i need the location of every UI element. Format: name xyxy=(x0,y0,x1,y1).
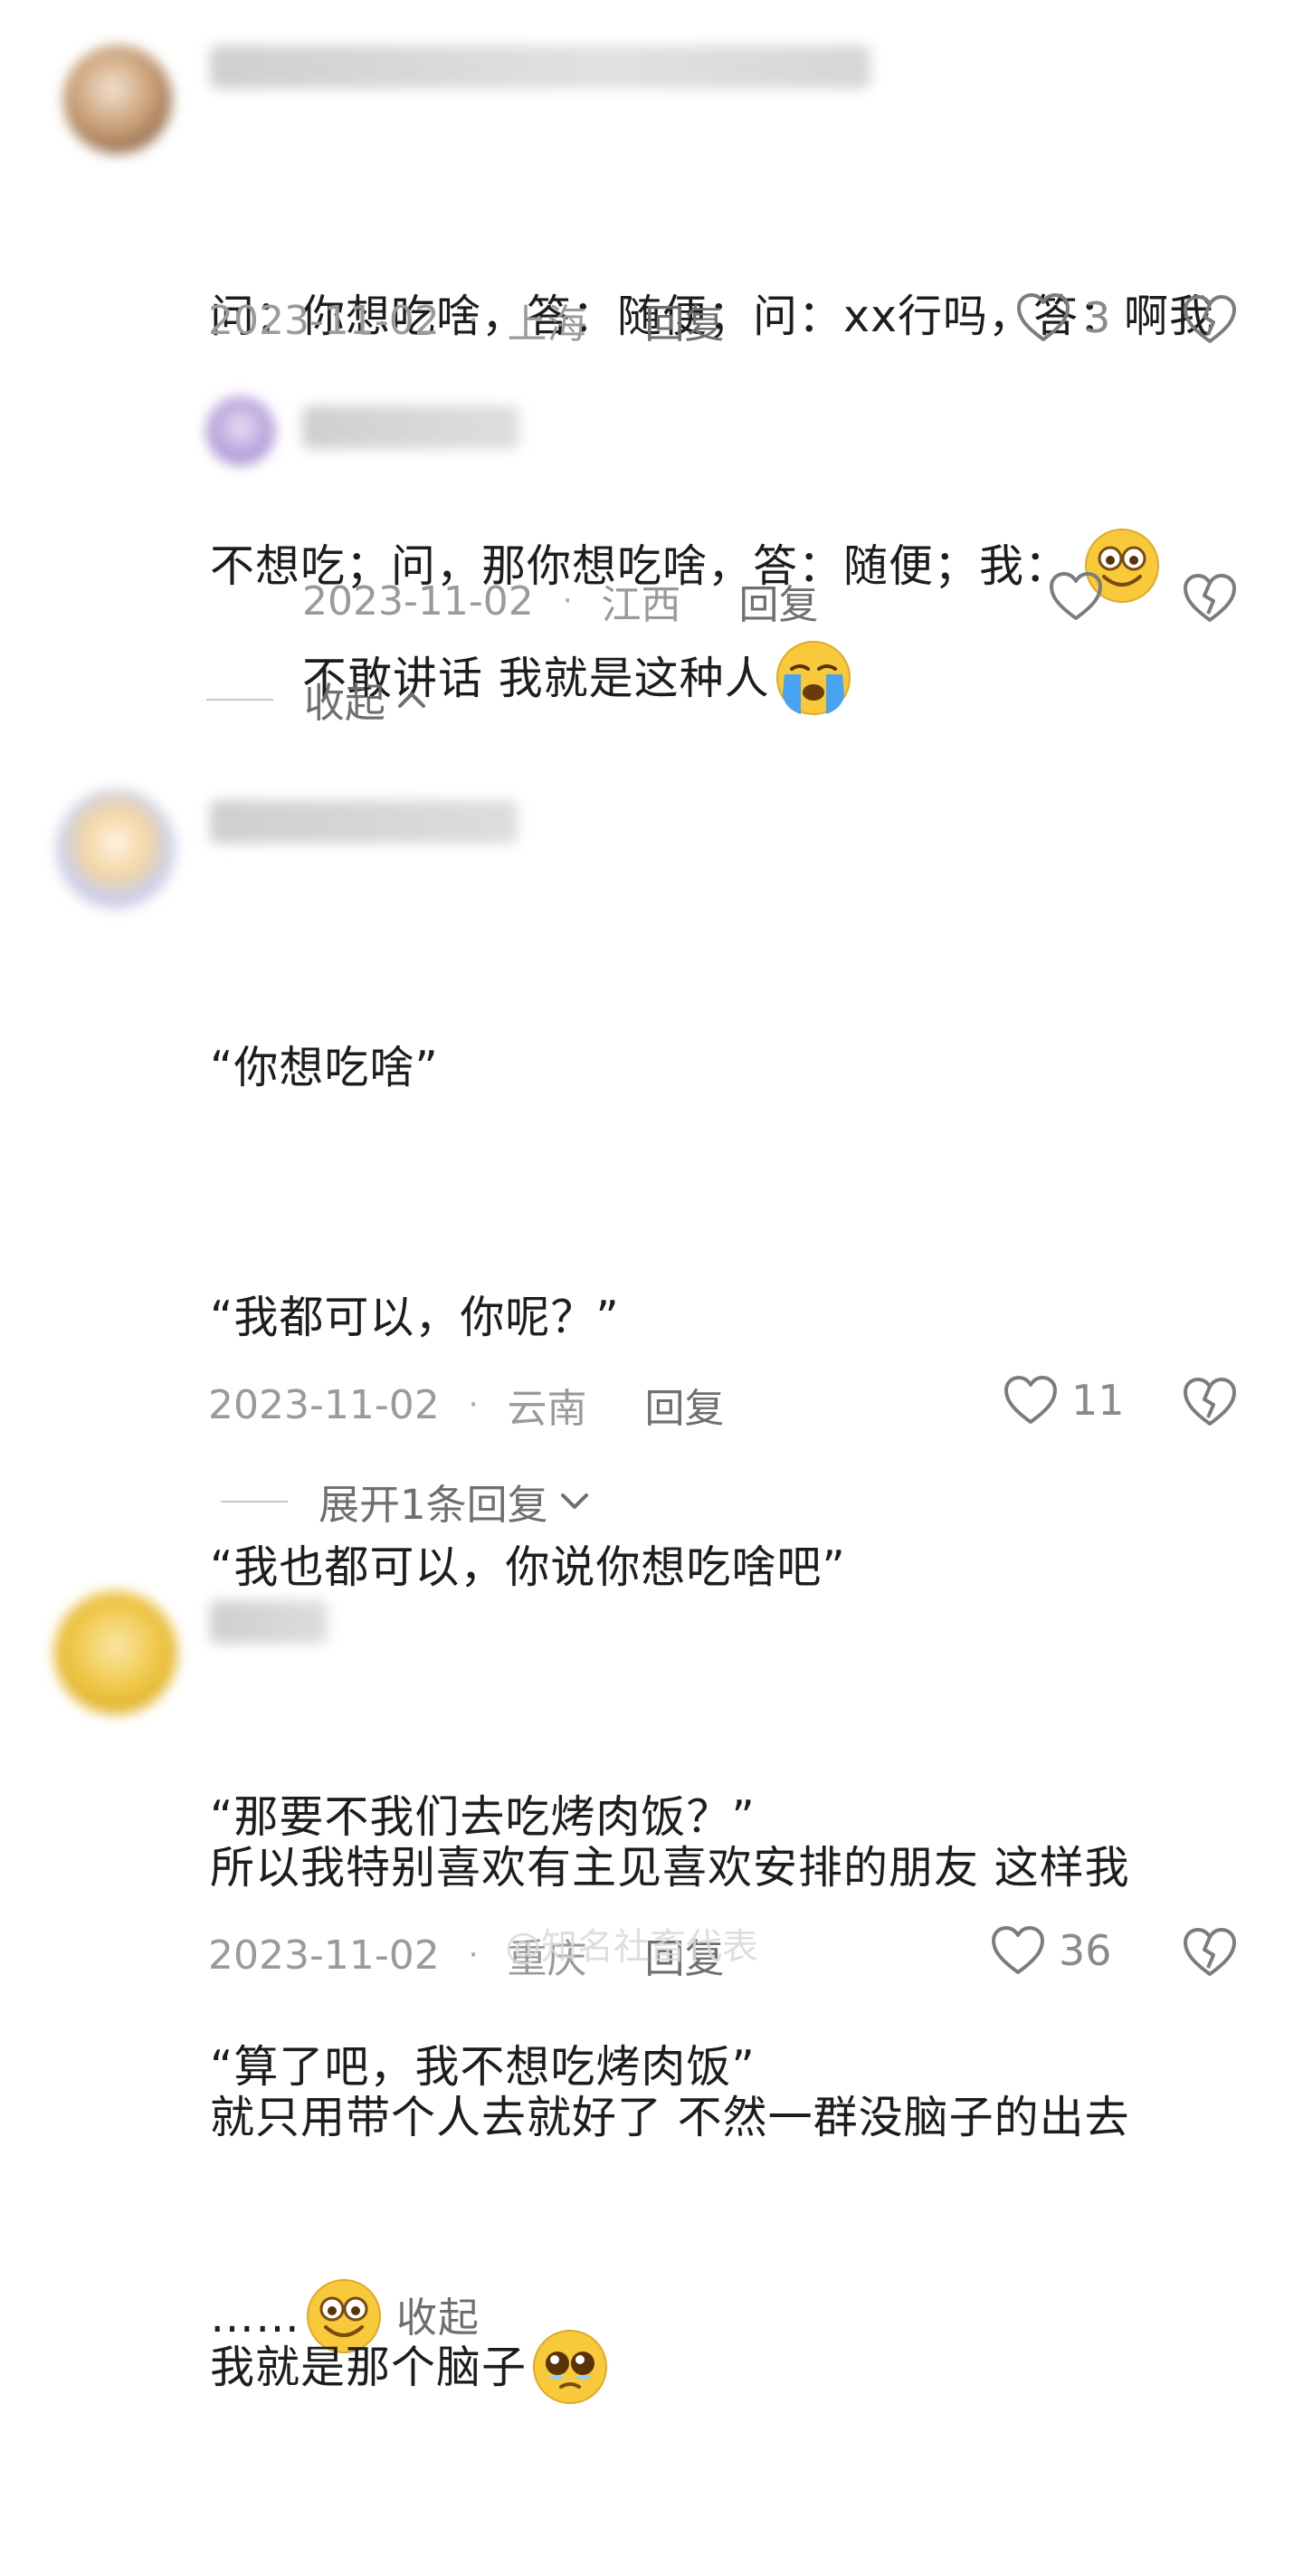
collapse-label: 收起 xyxy=(304,679,386,727)
username[interactable] xyxy=(302,405,519,449)
separator-dot: · xyxy=(468,1937,479,1973)
expand-replies-button[interactable]: 展开1条回复 xyxy=(221,1472,592,1531)
reply-button[interactable]: 回复 xyxy=(645,291,725,349)
username[interactable] xyxy=(210,1600,328,1644)
avatar[interactable] xyxy=(63,45,172,154)
heart-icon xyxy=(1004,1376,1057,1424)
comment-line: “我也都可以，你说你想吃啥吧” xyxy=(210,1541,846,1593)
broken-heart-icon xyxy=(1184,574,1236,622)
comment-date: 2023-11-02 xyxy=(208,1381,440,1428)
like-button[interactable]: 11 xyxy=(1003,1374,1125,1426)
comment-text: 所以我特别喜欢有主见喜欢安排的朋友 这样我 就只用带个人去就好了 不然一群没脑子… xyxy=(210,1660,1130,2576)
like-count: 3 xyxy=(1084,293,1111,342)
broken-heart-icon xyxy=(1184,295,1236,343)
comment-date: 2023-11-02 xyxy=(208,297,440,344)
comment-meta: 2023-11-02 · 上海 回复 xyxy=(208,291,725,349)
like-count: 11 xyxy=(1071,1376,1125,1425)
comment-location: 上海 xyxy=(507,301,587,348)
reply-button[interactable]: 回复 xyxy=(645,1376,725,1434)
comment-line: 就只用带个人去就好了 不然一群没脑子的出去 xyxy=(210,2092,1130,2143)
dislike-button[interactable] xyxy=(1182,572,1238,625)
watermark: @知名社畜代表 xyxy=(505,1926,758,1968)
divider-line xyxy=(221,1500,288,1503)
comment-date: 2023-11-02 xyxy=(302,577,534,625)
comment-meta: 2023-11-02 · 江西 回复 xyxy=(302,572,819,630)
separator-dot: · xyxy=(468,302,479,339)
like-button[interactable]: 36 xyxy=(990,1924,1112,1977)
comment-date: 2023-11-02 xyxy=(208,1932,440,1979)
comment-line: “你想吃啥” xyxy=(210,1042,439,1093)
dislike-button[interactable] xyxy=(1182,293,1238,346)
pleading-face-icon xyxy=(533,2329,608,2404)
divider-line xyxy=(206,698,273,701)
expand-label: 展开1条回复 xyxy=(319,1481,548,1529)
dislike-button[interactable] xyxy=(1182,1376,1238,1428)
comment-line-text: 我就是那个脑子 xyxy=(210,2342,528,2393)
reply-button[interactable]: 回复 xyxy=(739,572,819,630)
broken-heart-icon xyxy=(1184,1378,1236,1426)
comment-meta: 2023-11-02 · 云南 回复 xyxy=(208,1376,725,1434)
collapse-replies-button[interactable]: 收起 xyxy=(206,670,429,729)
like-count: 36 xyxy=(1059,1926,1112,1975)
chevron-down-icon xyxy=(560,1493,588,1509)
heart-icon xyxy=(1050,572,1102,620)
like-button[interactable] xyxy=(1048,570,1104,623)
comment-location: 云南 xyxy=(507,1386,587,1432)
broken-heart-icon xyxy=(1184,1928,1236,1976)
heart-icon xyxy=(1017,293,1070,341)
username[interactable] xyxy=(210,45,870,89)
avatar[interactable] xyxy=(54,1591,177,1714)
heart-icon xyxy=(992,1926,1044,1974)
username[interactable] xyxy=(210,800,518,844)
avatar[interactable] xyxy=(206,396,275,465)
comment-location: 江西 xyxy=(601,582,681,628)
comment-line: 所以我特别喜欢有主见喜欢安排的朋友 这样我 xyxy=(210,1842,1130,1894)
separator-dot: · xyxy=(468,1387,479,1423)
like-button[interactable]: 3 xyxy=(1015,291,1110,344)
comment-line: 我就是那个脑子 xyxy=(210,2326,1130,2409)
dislike-button[interactable] xyxy=(1182,1926,1238,1979)
chevron-up-icon xyxy=(398,692,426,708)
comment-line: “我都可以，你呢？” xyxy=(210,1292,620,1343)
separator-dot: · xyxy=(562,583,573,619)
avatar[interactable] xyxy=(56,789,176,909)
crying-face-icon xyxy=(775,640,851,715)
